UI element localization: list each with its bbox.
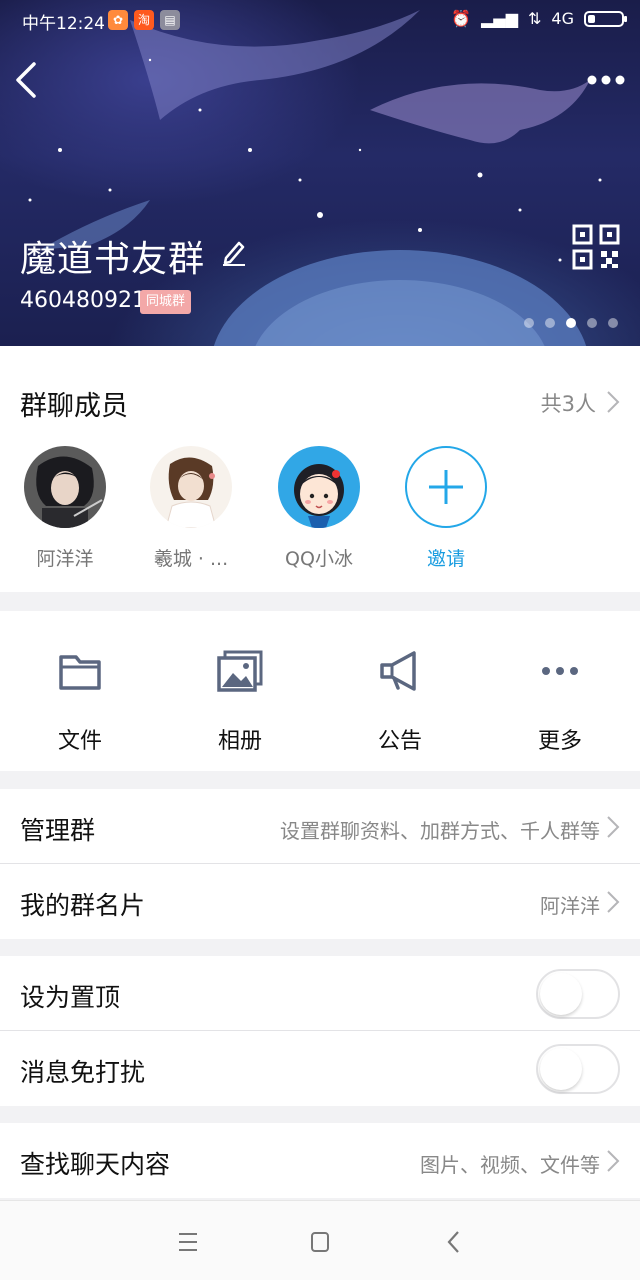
data-arrows-icon: ⇅ [528,9,542,28]
back-nav-icon[interactable] [434,1227,474,1257]
battery-level [588,14,595,23]
battery-icon [584,10,627,27]
taobao-store-icon: ✿ [108,10,128,30]
more-options-icon[interactable] [586,68,626,92]
carousel-dot [566,318,576,328]
my-group-card-row[interactable]: 我的群名片 阿洋洋 [0,864,640,939]
search-chat-row[interactable]: 查找聊天内容 图片、视频、文件等 [0,1123,640,1198]
member-name: 阿洋洋 [36,548,94,570]
mute-label: 消息免打扰 [20,1058,146,1087]
carousel-dot [587,318,597,328]
chevron-right-icon [607,891,620,913]
members-title: 群聊成员 [20,391,128,422]
search-chat-label: 查找聊天内容 [20,1150,171,1179]
mute-row: 消息免打扰 [0,1031,640,1106]
status-indicators: ⏰ ▂▄▆ ⇅ 4G [451,9,627,28]
pin-top-toggle[interactable] [536,969,620,1019]
chevron-right-icon[interactable] [606,390,620,414]
photo-album-icon [217,650,263,692]
megaphone-icon [380,651,416,691]
network-type: 4G [551,9,574,28]
invite-button[interactable]: 邀请 [401,446,491,571]
member-avatar [150,446,232,528]
carousel-dot [608,318,618,328]
invite-label[interactable]: 邀请 [401,544,491,571]
carousel-dot [524,318,534,328]
files-label: 文件 [57,729,102,754]
taobao-icon: 淘 [134,10,154,30]
files-action[interactable]: 文件 [30,647,130,755]
manage-group-hint: 设置群聊资料、加群方式、千人群等 [280,819,600,843]
my-group-card-value: 阿洋洋 [540,894,600,918]
toggle-knob [540,1048,582,1090]
member-name: QQ小冰 [285,548,353,570]
members-count[interactable]: 共3人 [541,388,596,418]
member-item[interactable]: 羲城 · ... [146,446,236,571]
album-action[interactable]: 相册 [190,647,290,755]
group-name: 魔道书友群 [20,239,206,280]
home-nav-icon[interactable] [300,1227,340,1257]
pin-top-row: 设为置顶 [0,956,640,1031]
member-avatar [278,446,360,528]
menu-nav-icon[interactable] [168,1227,208,1257]
status-bar: 中午12:24 ✿ 淘 ▤ ⏰ ▂▄▆ ⇅ 4G [0,0,640,38]
group-cover-banner[interactable]: 中午12:24 ✿ 淘 ▤ ⏰ ▂▄▆ ⇅ 4G 魔道书友群 460480921… [0,0,640,346]
alarm-icon: ⏰ [451,9,472,28]
more-action[interactable]: 更多 [510,647,610,755]
member-item[interactable]: 阿洋洋 [20,446,110,571]
system-nav-bar [0,1200,640,1280]
mute-toggle[interactable] [536,1044,620,1094]
manage-group-label: 管理群 [20,816,96,845]
group-number: 460480921 [20,288,146,313]
folder-icon [59,655,101,690]
status-time: 中午12:24 [22,14,105,34]
add-member-icon[interactable] [405,446,487,528]
member-avatar [24,446,106,528]
manage-group-row[interactable]: 管理群 设置群聊资料、加群方式、千人群等 [0,789,640,864]
carousel-indicator [524,318,618,328]
member-item[interactable]: QQ小冰 [274,446,364,571]
group-actions-grid: 文件 相册 公告 更多 [0,611,640,771]
announcement-action[interactable]: 公告 [350,647,450,755]
edit-name-icon[interactable] [221,238,247,266]
chevron-right-icon [607,1150,620,1172]
signal-icon: ▂▄▆ [481,9,519,28]
album-label: 相册 [217,729,262,754]
toggle-knob [540,973,582,1015]
pin-top-label: 设为置顶 [20,983,121,1012]
more-label: 更多 [537,729,582,754]
back-arrow-icon[interactable] [12,60,42,100]
announcement-label: 公告 [377,729,422,754]
group-info-page: 中午12:24 ✿ 淘 ▤ ⏰ ▂▄▆ ⇅ 4G 魔道书友群 460480921… [0,0,640,1280]
more-dots-icon [542,667,578,675]
local-group-badge: 同城群 [140,290,192,314]
search-chat-hint: 图片、视频、文件等 [420,1153,600,1177]
qr-code-icon[interactable] [572,224,620,270]
chevron-right-icon [607,816,620,838]
calculator-icon: ▤ [160,10,180,30]
member-name: 羲城 · ... [153,548,229,570]
carousel-dot [545,318,555,328]
my-group-card-label: 我的群名片 [20,891,146,920]
members-section: 群聊成员 共3人 阿洋洋 羲城 · ... QQ小冰 邀请 [0,346,640,592]
